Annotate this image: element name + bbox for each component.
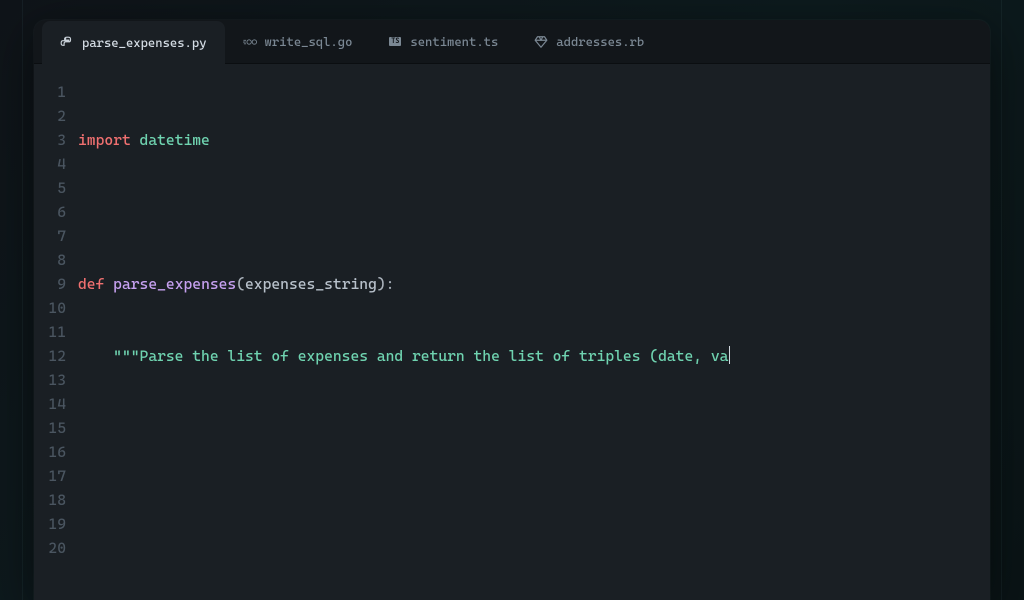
token-function: parse_expenses — [113, 275, 236, 293]
line-number: 8 — [34, 248, 66, 272]
line-number: 13 — [34, 368, 66, 392]
line-number: 19 — [34, 512, 66, 536]
token-string: """Parse the list of expenses and return… — [113, 347, 728, 365]
code-line[interactable]: import datetime — [78, 128, 990, 152]
code-line[interactable] — [78, 200, 990, 224]
tab-write-sql[interactable]: write_sql.go — [225, 20, 371, 63]
tab-sentiment[interactable]: TS sentiment.ts — [370, 20, 516, 63]
code-line[interactable] — [78, 560, 990, 584]
tab-label: write_sql.go — [265, 34, 353, 49]
tab-label: parse_expenses.py — [82, 35, 207, 50]
line-number: 14 — [34, 392, 66, 416]
line-number: 18 — [34, 488, 66, 512]
code-line[interactable] — [78, 416, 990, 440]
code-line[interactable]: def parse_expenses(expenses_string): — [78, 272, 990, 296]
line-number: 16 — [34, 440, 66, 464]
token-keyword: import — [78, 131, 131, 149]
line-number: 11 — [34, 320, 66, 344]
token-module: datetime — [140, 131, 210, 149]
line-number: 4 — [34, 152, 66, 176]
line-number: 3 — [34, 128, 66, 152]
token-keyword: def — [78, 275, 104, 293]
tab-label: addresses.rb — [556, 34, 644, 49]
line-number: 1 — [34, 80, 66, 104]
line-number: 7 — [34, 224, 66, 248]
code-editor[interactable]: 1 2 3 4 5 6 7 8 9 10 11 12 13 14 15 16 1… — [34, 64, 990, 600]
ts-icon: TS — [388, 35, 402, 49]
code-content[interactable]: import datetime def parse_expenses(expen… — [78, 80, 990, 600]
token-indent — [78, 347, 113, 365]
token-punct: : — [386, 275, 395, 293]
tab-label: sentiment.ts — [410, 34, 498, 49]
line-number: 17 — [34, 464, 66, 488]
code-line[interactable] — [78, 488, 990, 512]
editor-window: parse_expenses.py write_sql.go TS sentim… — [34, 20, 990, 600]
tab-addresses[interactable]: addresses.rb — [516, 20, 662, 63]
text-cursor — [729, 346, 730, 364]
token-punct: ( — [236, 275, 245, 293]
line-number: 6 — [34, 200, 66, 224]
line-number: 5 — [34, 176, 66, 200]
tab-parse-expenses[interactable]: parse_expenses.py — [42, 21, 225, 64]
code-line[interactable]: """Parse the list of expenses and return… — [78, 344, 990, 368]
line-number-gutter: 1 2 3 4 5 6 7 8 9 10 11 12 13 14 15 16 1… — [34, 80, 78, 600]
line-number: 20 — [34, 536, 66, 560]
token-punct: ) — [377, 275, 386, 293]
token-arg: expenses_string — [245, 275, 377, 293]
line-number: 12 — [34, 344, 66, 368]
line-number: 15 — [34, 416, 66, 440]
python-icon — [60, 36, 74, 50]
tab-bar: parse_expenses.py write_sql.go TS sentim… — [34, 20, 990, 64]
ruby-icon — [534, 35, 548, 49]
line-number: 10 — [34, 296, 66, 320]
line-number: 9 — [34, 272, 66, 296]
line-number: 2 — [34, 104, 66, 128]
go-icon — [243, 35, 257, 49]
